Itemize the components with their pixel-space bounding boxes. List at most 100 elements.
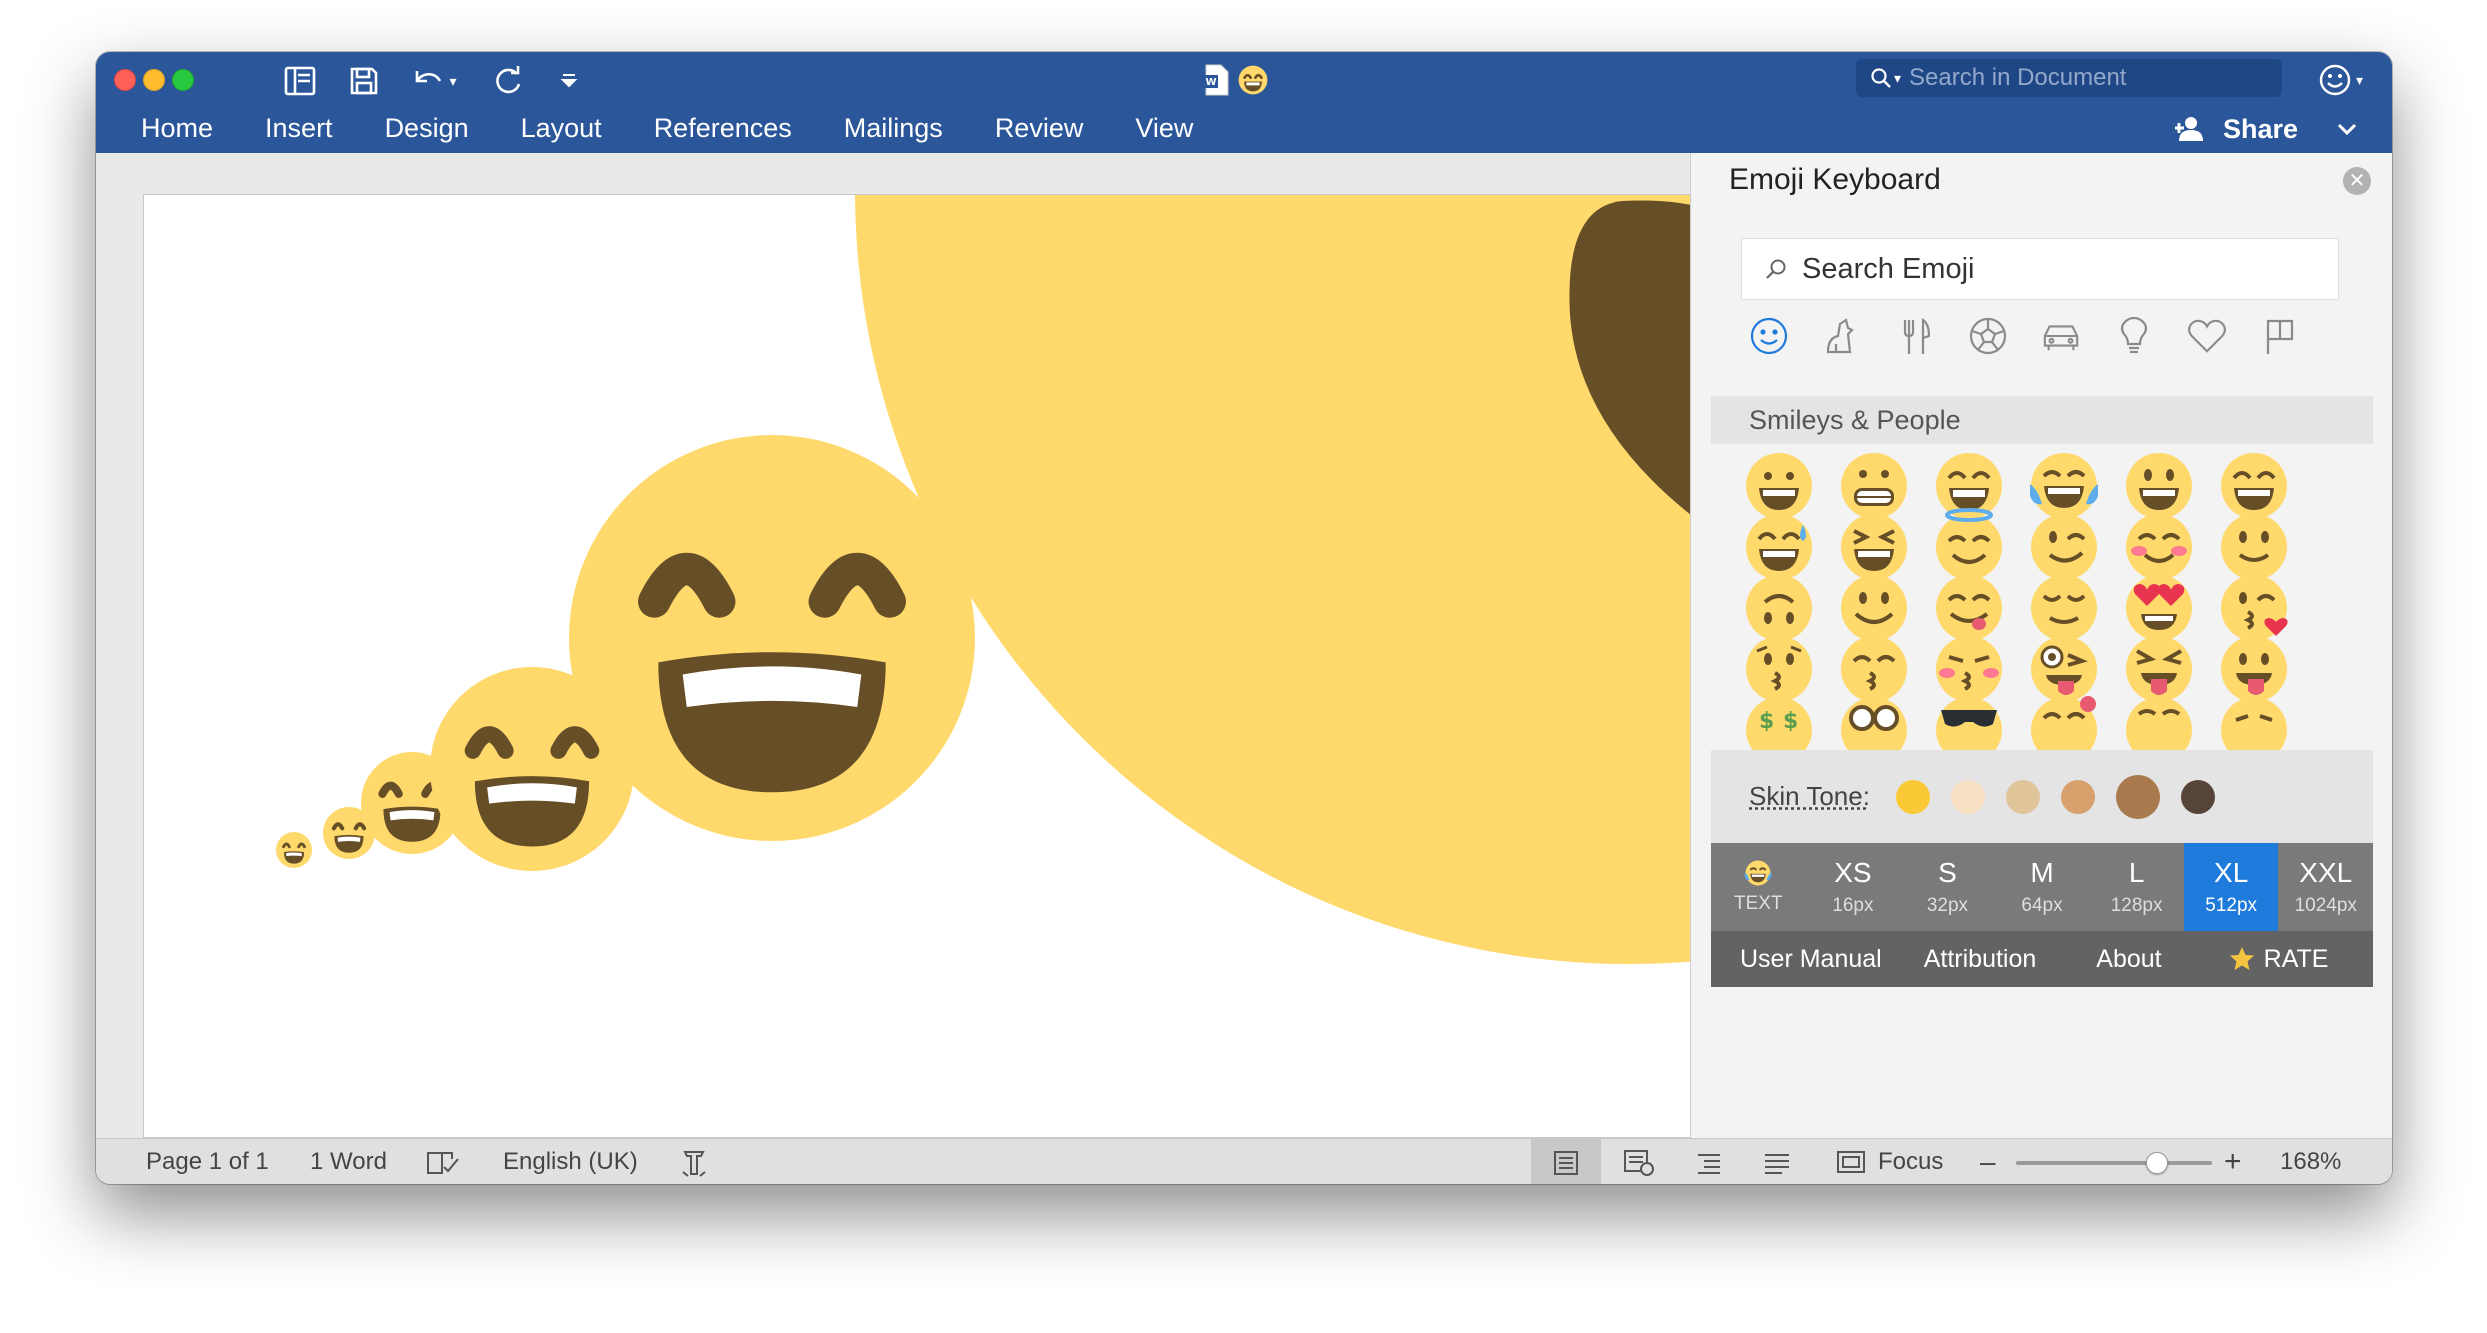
minimize-window-button[interactable] [143,69,165,91]
redo-icon[interactable] [490,60,526,102]
tab-layout[interactable]: Layout [495,106,628,150]
smileys-icon[interactable] [1749,315,1789,357]
tab-review[interactable]: Review [969,106,1110,150]
sidebar-toggle-icon[interactable] [282,60,318,102]
zoom-level[interactable]: 168% [2280,1139,2341,1184]
emoji-nerd[interactable] [1841,697,1907,750]
size-s-button[interactable]: S 32px [1900,843,1995,931]
emoji-stuck-out-tongue-closed-eyes[interactable] [2126,636,2192,702]
emoji-innocent[interactable] [1936,508,2002,580]
proofing-icon[interactable] [426,1139,460,1184]
skin-tone-light[interactable] [1950,779,1985,814]
travel-icon[interactable] [2041,315,2081,357]
print-layout-icon[interactable] [1531,1139,1601,1184]
emoji-heart-eyes[interactable] [2126,575,2192,641]
emoji-relaxed[interactable] [1841,575,1907,641]
share-button[interactable]: Share [2174,109,2358,149]
emoji-joy[interactable] [2030,453,2098,519]
panel-close-icon[interactable]: ✕ [2343,167,2371,195]
language-status[interactable]: English (UK) [503,1139,638,1184]
save-icon[interactable] [346,60,382,102]
skin-tone-default[interactable] [1895,779,1930,814]
undo-icon[interactable]: ▾ [406,60,462,102]
accessibility-icon[interactable] [679,1139,709,1184]
word-window: ▾ W ▾ Search in Document ▾ Home Insert D… [96,52,2392,1184]
skin-tone-medium[interactable] [2060,779,2095,814]
emoji-smiley[interactable] [2126,453,2192,519]
size-xs-button[interactable]: XS 16px [1806,843,1901,931]
document-page[interactable] [143,194,1690,1138]
size-label: S [1938,857,1957,888]
tab-home[interactable]: Home [96,106,239,150]
emoji-hugging[interactable] [2031,696,2097,750]
zoom-window-button[interactable] [172,69,194,91]
symbols-icon[interactable] [2187,315,2227,357]
tab-view[interactable]: View [1109,106,1219,150]
objects-icon[interactable] [2114,315,2154,357]
rate-button[interactable]: RATE [2228,945,2328,974]
emoji-wink[interactable] [2031,514,2097,580]
emoji-slight-smile[interactable] [2221,514,2287,580]
emoji-laughing[interactable] [1841,514,1907,580]
size-l-button[interactable]: L 128px [2089,843,2184,931]
skin-tone-medium-light[interactable] [2005,779,2040,814]
emoji-sunglasses[interactable] [1936,697,2002,750]
emoji-search-input[interactable]: Search Emoji [1741,238,2339,300]
activity-icon[interactable] [1968,315,2008,357]
page-count[interactable]: Page 1 of 1 [146,1139,269,1184]
tab-references[interactable]: References [628,106,818,150]
user-manual-link[interactable]: User Manual [1740,945,1882,974]
size-text-button[interactable]: TEXT [1711,843,1806,931]
emoji-relieved[interactable] [2031,575,2097,641]
emoji-search-placeholder: Search Emoji [1802,252,1975,285]
attribution-link[interactable]: Attribution [1924,945,2037,974]
emoji-kissing[interactable] [1746,636,1812,702]
emoji-grimacing[interactable] [1841,453,1907,519]
focus-mode-button[interactable]: Focus [1836,1139,1943,1184]
web-layout-icon[interactable] [1623,1139,1655,1184]
grinning-emoji-icon [1238,65,1268,95]
emoji-blush[interactable] [2126,514,2192,580]
emoji-upside-down[interactable] [1746,575,1812,641]
size-xl-button[interactable]: XL 512px [2183,843,2279,931]
tab-insert[interactable]: Insert [239,106,359,150]
zoom-in-button[interactable]: + [2224,1139,2242,1184]
emoji-yum[interactable] [1936,575,2002,641]
flags-icon[interactable] [2260,315,2300,357]
skin-tone-medium-dark[interactable] [2115,774,2160,819]
status-bar: Page 1 of 1 1 Word English (UK) Focus – … [96,1138,2392,1184]
emoji-money-mouth[interactable]: $ $ [1746,697,1812,750]
emoji-grinning[interactable] [1746,453,1812,519]
customize-toolbar-icon[interactable] [554,60,584,102]
ribbon-collapse-chevron-icon[interactable] [2336,122,2358,136]
animals-icon[interactable] [1822,315,1862,357]
zoom-slider-thumb[interactable] [2146,1152,2169,1174]
zoom-out-button[interactable]: – [1980,1139,1996,1184]
size-m-button[interactable]: M 64px [1995,843,2090,931]
emoji-stuck-out-tongue[interactable] [2221,636,2287,702]
panel-footer: User Manual Attribution About RATE [1711,931,2373,987]
size-label: L [2128,857,2145,888]
outline-view-icon[interactable] [1694,1139,1724,1184]
tab-mailings[interactable]: Mailings [818,106,969,150]
food-icon[interactable] [1895,315,1935,357]
zoom-slider-track[interactable] [2016,1152,2212,1174]
emoji-smirk[interactable] [2126,697,2192,750]
search-document-field[interactable]: ▾ Search in Document [1856,59,2282,97]
word-count[interactable]: 1 Word [310,1139,387,1184]
emoji-sweat-smile[interactable] [1746,514,1812,580]
about-link[interactable]: About [2096,945,2161,974]
tab-design[interactable]: Design [359,106,495,150]
skin-tone-dark[interactable] [2180,779,2215,814]
emoji-kissing-closed-eyes[interactable] [1936,636,2002,702]
emoji-smile[interactable] [2221,453,2287,519]
emoji-stuck-out-tongue-winking[interactable] [2031,636,2097,702]
emoji-kissing-heart[interactable] [2221,575,2288,641]
emoji-no-mouth[interactable] [2221,697,2287,750]
emoji-kissing-smiling-eyes[interactable] [1841,636,1907,702]
size-xxl-button[interactable]: XXL 1024px [2278,843,2373,931]
draft-view-icon[interactable] [1762,1139,1792,1184]
feedback-smiley-button[interactable]: ▾ [2318,60,2363,100]
close-window-button[interactable] [114,69,136,91]
smiley-icon [2319,64,2351,96]
